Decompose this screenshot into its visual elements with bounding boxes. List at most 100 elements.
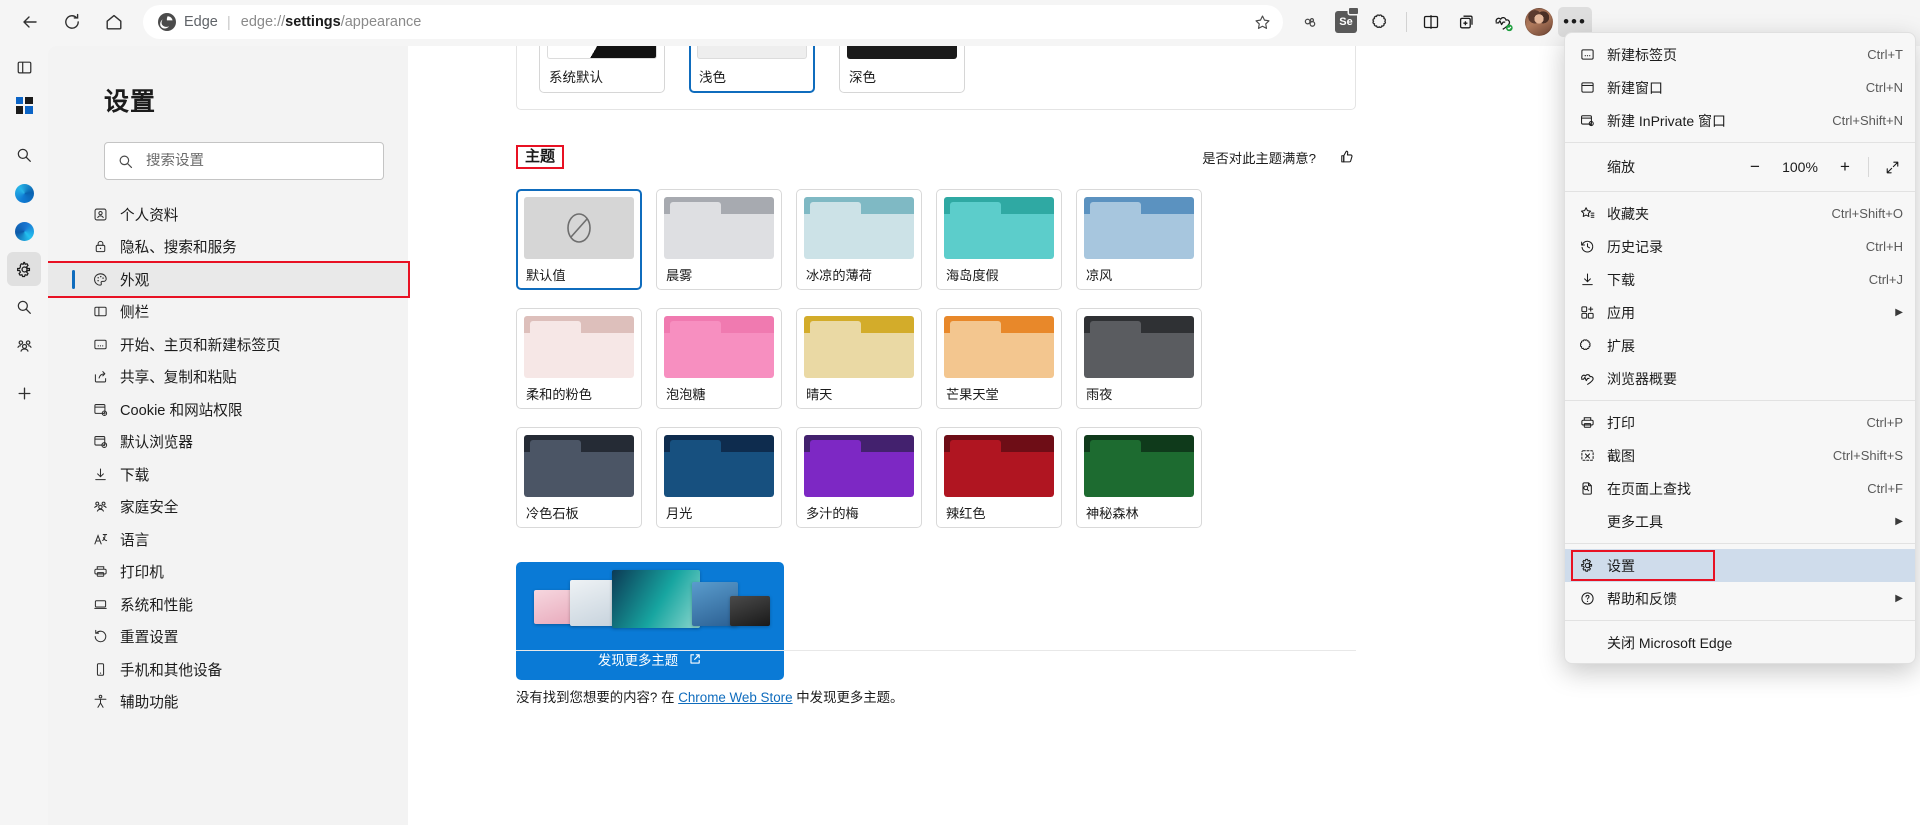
add-tool-icon[interactable] xyxy=(7,376,41,410)
copilot-icon[interactable] xyxy=(7,214,41,248)
theme-label: 海岛度假 xyxy=(946,268,999,283)
sidebar-item-profile[interactable]: 个人资料 xyxy=(48,198,408,231)
sidebar-item-family-safety[interactable]: 家庭安全 xyxy=(48,491,408,524)
theme-card[interactable]: 神秘森林 xyxy=(1076,427,1202,528)
zoom-in-button[interactable]: + xyxy=(1830,153,1860,181)
extensions-puzzle-icon[interactable] xyxy=(1365,5,1399,39)
menu-item-extensions[interactable]: 扩展 xyxy=(1565,329,1915,362)
theme-card[interactable]: 晴天 xyxy=(796,308,922,409)
collections-icon[interactable] xyxy=(1450,5,1484,39)
theme-card[interactable]: 芒果天堂 xyxy=(936,308,1062,409)
theme-card[interactable]: 多汁的梅 xyxy=(796,427,922,528)
sidebar-item-downloads[interactable]: 下载 xyxy=(48,458,408,491)
sidebar-item-start-home-newtab[interactable]: 开始、主页和新建标签页 xyxy=(48,328,408,361)
omnibox-url[interactable]: edge://settings/appearance xyxy=(241,14,422,30)
address-bar[interactable]: Edge | edge://settings/appearance xyxy=(143,5,1283,39)
omnibox-separator: | xyxy=(226,13,231,31)
menu-item-label: 新建窗口 xyxy=(1607,79,1663,96)
mode-tile-light[interactable]: 浅色 xyxy=(689,46,815,93)
menu-item-downloads[interactable]: 下载 Ctrl+J xyxy=(1565,263,1915,296)
menu-item-shortcut: Ctrl+T xyxy=(1867,47,1903,62)
menu-item-more-tools[interactable]: 更多工具 ▶ xyxy=(1565,505,1915,538)
sidebar-item-default-browser[interactable]: 默认浏览器 xyxy=(48,426,408,459)
menu-item-favorites[interactable]: 收藏夹 Ctrl+Shift+O xyxy=(1565,197,1915,230)
sidebar-item-privacy[interactable]: 隐私、搜索和服务 xyxy=(48,231,408,264)
search-input[interactable] xyxy=(146,153,371,169)
sidebar-item-accessibility[interactable]: 辅助功能 xyxy=(48,686,408,719)
sidebar-item-reset-settings[interactable]: 重置设置 xyxy=(48,621,408,654)
sidebar-item-sidebar[interactable]: 侧栏 xyxy=(48,296,408,329)
theme-card[interactable]: 辣红色 xyxy=(936,427,1062,528)
home-button[interactable] xyxy=(96,4,132,40)
discover-more-themes-card[interactable]: 发现更多主题 xyxy=(516,562,784,680)
profile-avatar[interactable] xyxy=(1522,5,1556,39)
search-alt-icon[interactable] xyxy=(7,290,41,324)
chrome-web-store-link[interactable]: Chrome Web Store xyxy=(678,690,792,705)
selenium-ide-icon[interactable]: Se xyxy=(1329,5,1363,39)
bookmark-star-icon[interactable] xyxy=(1247,7,1277,37)
theme-label: 冰凉的薄荷 xyxy=(806,268,872,283)
mode-tile-system[interactable]: 系统默认 xyxy=(539,46,665,93)
theme-card[interactable]: 冷色石板 xyxy=(516,427,642,528)
theme-card[interactable]: 冰凉的薄荷 xyxy=(796,189,922,290)
mode-tile-dark[interactable]: 深色 xyxy=(839,46,965,93)
sidebar-item-languages[interactable]: 语言 xyxy=(48,523,408,556)
search-icon[interactable] xyxy=(7,138,41,172)
mode-label: 深色 xyxy=(849,70,876,85)
download-icon xyxy=(1579,271,1607,288)
theme-swatch xyxy=(804,435,914,497)
back-button[interactable] xyxy=(12,4,48,40)
sidebar-item-share-copy-paste[interactable]: 共享、复制和粘贴 xyxy=(48,361,408,394)
theme-card[interactable]: 柔和的粉色 xyxy=(516,308,642,409)
menu-item-browser-essentials[interactable]: 浏览器概要 xyxy=(1565,362,1915,395)
menu-item-close-edge[interactable]: 关闭 Microsoft Edge xyxy=(1565,626,1915,659)
menu-item-screenshot[interactable]: 截图 Ctrl+Shift+S xyxy=(1565,439,1915,472)
mode-label: 浅色 xyxy=(699,70,726,85)
split-pane-icon[interactable] xyxy=(1414,5,1448,39)
theme-card[interactable]: 晨雾 xyxy=(656,189,782,290)
theme-card[interactable]: 月光 xyxy=(656,427,782,528)
sidebar-item-phone-other-devices[interactable]: 手机和其他设备 xyxy=(48,653,408,686)
menu-item-history[interactable]: 历史记录 Ctrl+H xyxy=(1565,230,1915,263)
theme-label: 多汁的梅 xyxy=(806,506,859,521)
menu-item-new-inprivate-window[interactable]: 新建 InPrivate 窗口 Ctrl+Shift+N xyxy=(1565,104,1915,137)
theme-card[interactable]: 默认值 xyxy=(516,189,642,290)
browser-essentials-icon[interactable] xyxy=(1486,5,1520,39)
zoom-out-button[interactable]: − xyxy=(1740,153,1770,181)
menu-item-new-window[interactable]: 新建窗口 Ctrl+N xyxy=(1565,71,1915,104)
theme-card[interactable]: 凉风 xyxy=(1076,189,1202,290)
sidebar-item-appearance[interactable]: 外观 xyxy=(48,261,410,298)
find-on-page-icon xyxy=(1579,480,1607,497)
sidebar-item-printers[interactable]: 打印机 xyxy=(48,556,408,589)
edge-browser-window: Edge | edge://settings/appearance Se •••… xyxy=(0,0,1920,825)
sidebar-toggle-icon[interactable] xyxy=(7,50,41,84)
sidebar-item-label: Cookie 和网站权限 xyxy=(120,402,243,419)
settings-gear-icon[interactable] xyxy=(7,252,41,286)
fullscreen-icon[interactable] xyxy=(1877,153,1907,181)
menu-item-apps[interactable]: 应用 ▶ xyxy=(1565,296,1915,329)
thumbs-up-icon[interactable] xyxy=(1338,148,1356,166)
microsoft-365-icon[interactable] xyxy=(7,88,41,122)
sidebar-item-system-performance[interactable]: 系统和性能 xyxy=(48,588,408,621)
refresh-button[interactable] xyxy=(54,4,90,40)
menu-item-find-on-page[interactable]: 在页面上查找 Ctrl+F xyxy=(1565,472,1915,505)
sidebar-item-cookies[interactable]: Cookie 和网站权限 xyxy=(48,393,408,426)
bing-chat-icon[interactable] xyxy=(7,176,41,210)
sidebar-item-label: 家庭安全 xyxy=(120,500,179,517)
toolbar-right-icons: Se ••• xyxy=(1293,5,1602,39)
theme-card[interactable]: 海岛度假 xyxy=(936,189,1062,290)
theme-card[interactable]: 泡泡糖 xyxy=(656,308,782,409)
menu-item-settings[interactable]: 设置 xyxy=(1565,549,1915,582)
settings-search-box[interactable] xyxy=(104,142,384,180)
theme-label: 默认值 xyxy=(526,268,566,283)
menu-item-print[interactable]: 打印 Ctrl+P xyxy=(1565,406,1915,439)
menu-item-new-tab[interactable]: 新建标签页 Ctrl+T xyxy=(1565,38,1915,71)
family-icon[interactable] xyxy=(7,328,41,362)
menu-item-label: 历史记录 xyxy=(1607,238,1663,255)
split-screen-icon[interactable] xyxy=(1293,5,1327,39)
menu-item-help-feedback[interactable]: 帮助和反馈 ▶ xyxy=(1565,582,1915,615)
menu-item-label: 帮助和反馈 xyxy=(1607,590,1677,607)
theme-card[interactable]: 雨夜 xyxy=(1076,308,1202,409)
theme-label: 晴天 xyxy=(806,387,833,402)
mode-label: 系统默认 xyxy=(549,70,603,85)
